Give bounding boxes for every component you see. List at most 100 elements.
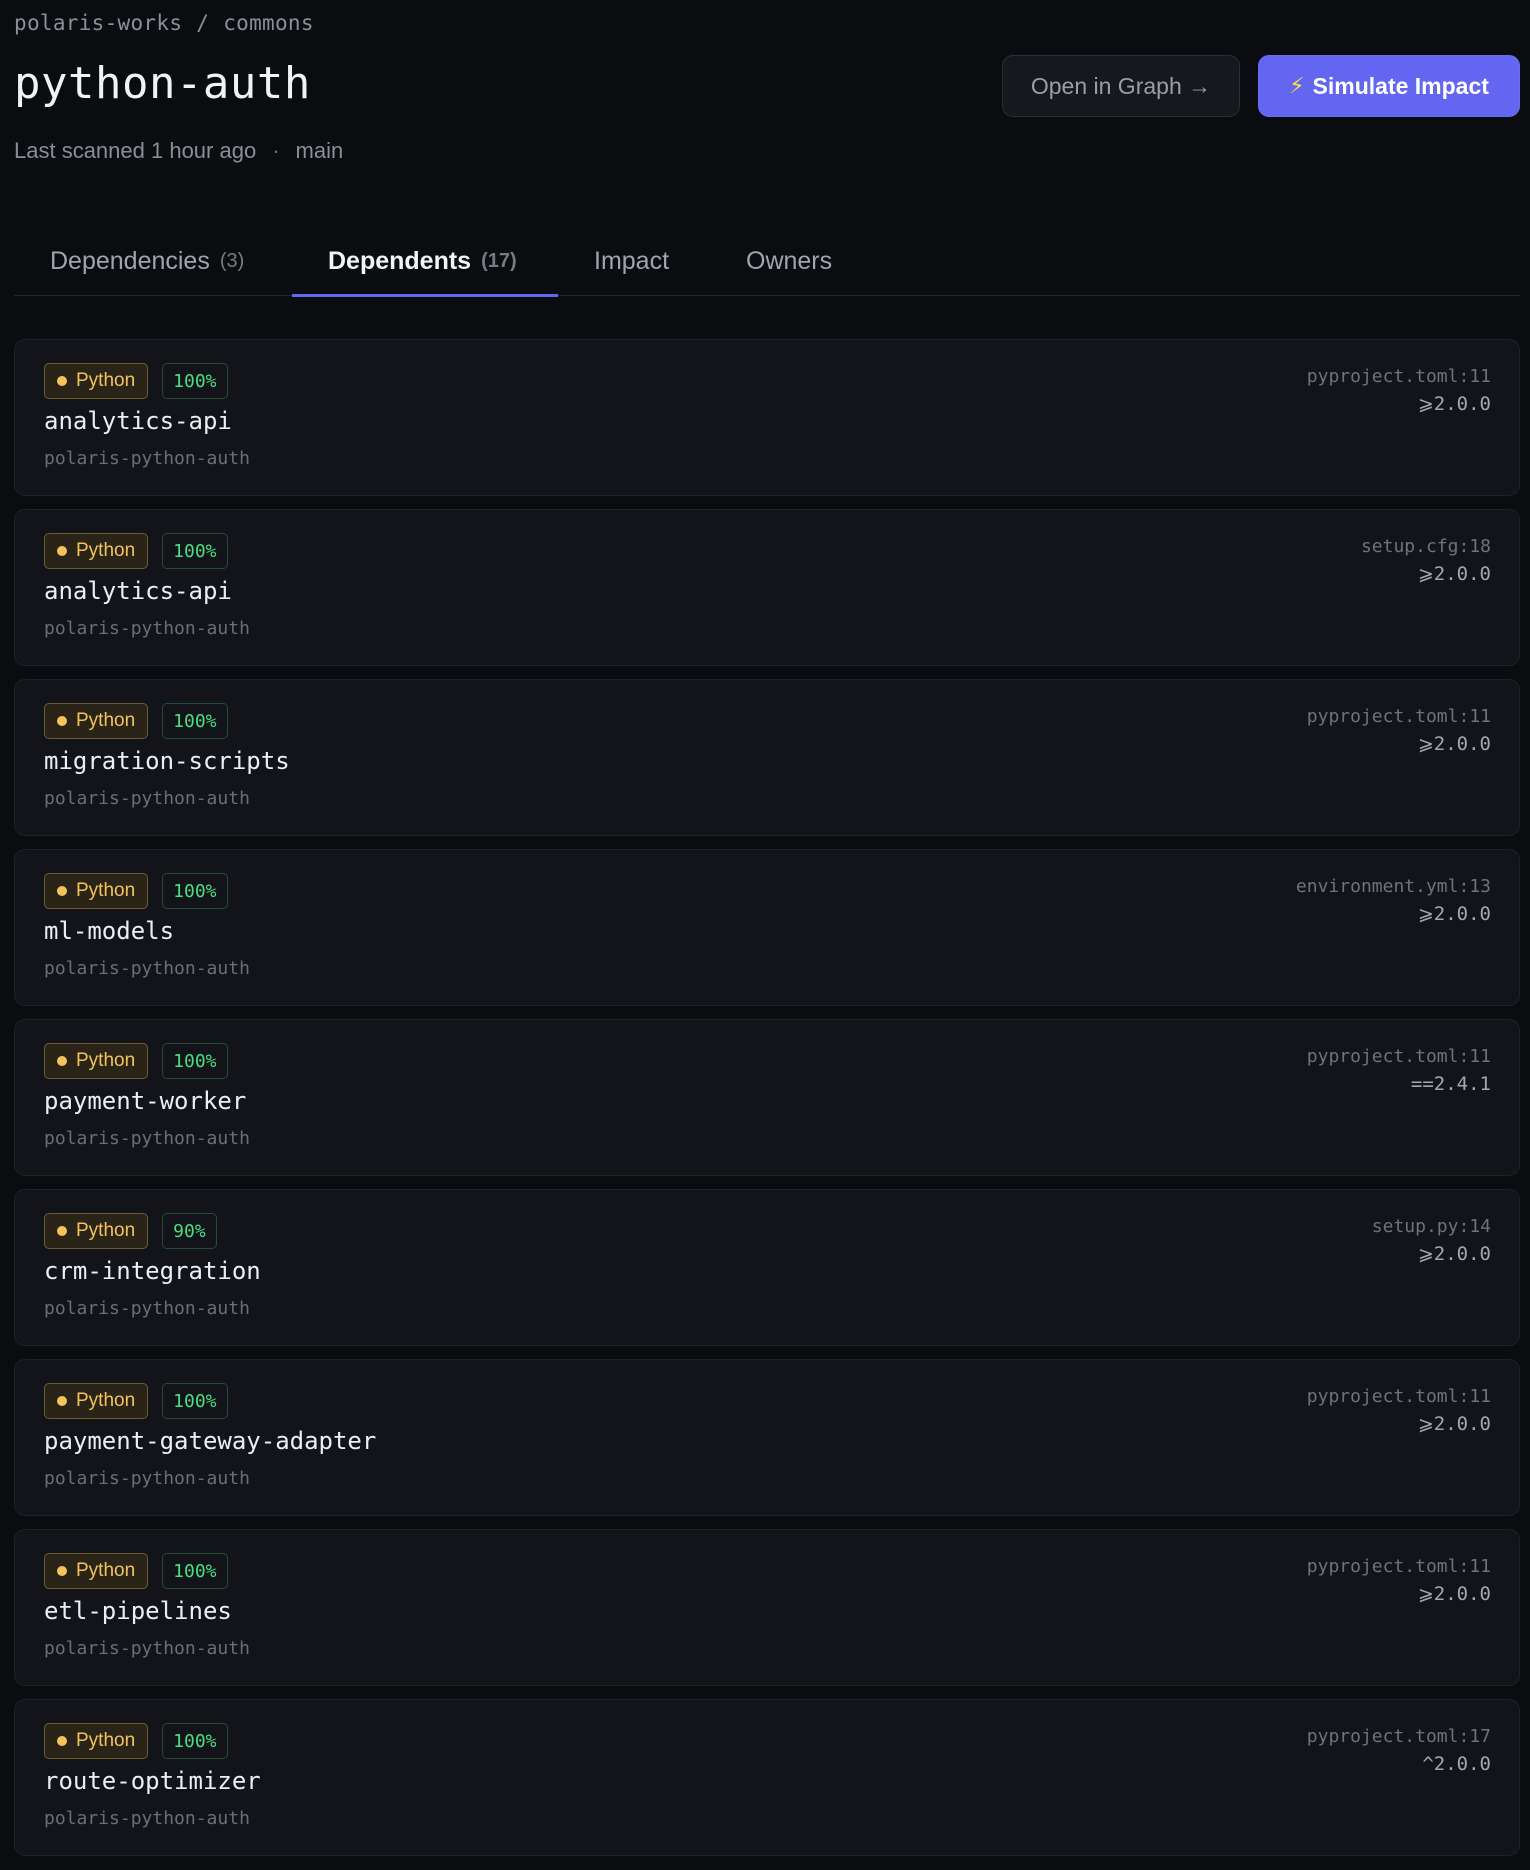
lightning-icon: ⚡ (1289, 73, 1305, 98)
language-badge: Python (44, 363, 149, 399)
badge-group: Python 100% (44, 703, 228, 739)
simulate-impact-label: Simulate Impact (1312, 72, 1489, 99)
language-dot-icon (57, 716, 67, 726)
badge-group: Python 100% (44, 1553, 228, 1589)
dependent-card[interactable]: Python 100% ml-models polaris-python-aut… (14, 849, 1520, 1006)
language-badge: Python (44, 1553, 149, 1589)
package-name: polaris-python-auth (44, 958, 250, 979)
version-constraint: ⩾2.0.0 (1417, 903, 1491, 925)
tab-label: Dependencies (50, 246, 210, 275)
dependent-card[interactable]: Python 100% analytics-api polaris-python… (14, 339, 1520, 496)
confidence-badge: 100% (162, 533, 228, 569)
language-label: Python (76, 710, 136, 731)
package-name: polaris-python-auth (44, 618, 250, 639)
dependent-card[interactable]: Python 100% migration-scripts polaris-py… (14, 679, 1520, 836)
source-location[interactable]: pyproject.toml:11 (1307, 1046, 1491, 1067)
page-title: python-auth (14, 58, 311, 109)
confidence-badge: 100% (162, 703, 228, 739)
package-name: polaris-python-auth (44, 1638, 250, 1659)
source-location[interactable]: pyproject.toml:11 (1307, 1556, 1491, 1577)
dependent-name: payment-worker (44, 1087, 247, 1115)
badge-group: Python 100% (44, 1043, 228, 1079)
language-label: Python (76, 1390, 136, 1411)
dependent-card[interactable]: Python 100% analytics-api polaris-python… (14, 509, 1520, 666)
open-in-graph-label: Open in Graph → (1030, 72, 1212, 99)
tab-dependents[interactable]: Dependents (17) (292, 226, 558, 297)
dependent-name: payment-gateway-adapter (44, 1427, 377, 1455)
language-dot-icon (57, 546, 67, 556)
language-label: Python (76, 1560, 136, 1581)
dependent-name: migration-scripts (44, 747, 290, 775)
confidence-badge: 100% (162, 873, 228, 909)
dependent-card[interactable]: Python 90% crm-integration polaris-pytho… (14, 1189, 1520, 1346)
language-label: Python (76, 370, 136, 391)
dependent-name: ml-models (44, 917, 175, 945)
source-location[interactable]: pyproject.toml:17 (1307, 1726, 1491, 1747)
simulate-impact-button[interactable]: ⚡ Simulate Impact (1258, 55, 1520, 117)
confidence-badge: 100% (162, 1553, 228, 1589)
tab-dependencies[interactable]: Dependencies (3) (14, 226, 292, 296)
meta-separator: · (272, 138, 280, 163)
tab-label: Impact (594, 246, 670, 275)
dependent-name: crm-integration (44, 1257, 261, 1285)
dependent-card[interactable]: Python 100% route-optimizer polaris-pyth… (14, 1699, 1520, 1856)
last-scanned-text: Last scanned 1 hour ago (14, 138, 257, 163)
open-in-graph-button[interactable]: Open in Graph → (1002, 55, 1240, 117)
version-constraint: ==2.4.1 (1410, 1073, 1491, 1095)
badge-group: Python 90% (44, 1213, 217, 1249)
language-label: Python (76, 880, 136, 901)
confidence-badge: 100% (162, 1723, 228, 1759)
confidence-badge: 90% (162, 1213, 217, 1249)
tab-count: (3) (219, 249, 245, 272)
confidence-badge: 100% (162, 1383, 228, 1419)
badge-group: Python 100% (44, 873, 228, 909)
breadcrumb-repo[interactable]: commons (223, 11, 314, 35)
version-constraint: ⩾2.0.0 (1417, 1243, 1491, 1265)
breadcrumb-org[interactable]: polaris-works (14, 11, 182, 35)
version-constraint: ^2.0.0 (1422, 1753, 1491, 1775)
dependents-list: Python 100% analytics-api polaris-python… (14, 339, 1520, 1869)
language-badge: Python (44, 1383, 149, 1419)
language-badge: Python (44, 1043, 149, 1079)
language-label: Python (76, 540, 136, 561)
language-dot-icon (57, 1566, 67, 1576)
version-constraint: ⩾2.0.0 (1417, 1583, 1491, 1605)
tab-label: Dependents (328, 246, 472, 275)
package-name: polaris-python-auth (44, 1128, 250, 1149)
confidence-badge: 100% (162, 1043, 228, 1079)
source-location[interactable]: pyproject.toml:11 (1307, 1386, 1491, 1407)
tab-owners[interactable]: Owners (710, 226, 886, 296)
source-location[interactable]: environment.yml:13 (1296, 876, 1491, 897)
version-constraint: ⩾2.0.0 (1417, 563, 1491, 585)
dependent-card[interactable]: Python 100% etl-pipelines polaris-python… (14, 1529, 1520, 1686)
language-badge: Python (44, 873, 149, 909)
source-location[interactable]: setup.py:14 (1372, 1216, 1491, 1237)
language-badge: Python (44, 703, 149, 739)
dependent-name: analytics-api (44, 407, 232, 435)
package-name: polaris-python-auth (44, 1808, 250, 1829)
dependent-card[interactable]: Python 100% payment-worker polaris-pytho… (14, 1019, 1520, 1176)
source-location[interactable]: pyproject.toml:11 (1307, 706, 1491, 727)
language-label: Python (76, 1730, 136, 1751)
tab-impact[interactable]: Impact (558, 226, 710, 296)
badge-group: Python 100% (44, 1723, 228, 1759)
badge-group: Python 100% (44, 363, 228, 399)
package-name: polaris-python-auth (44, 788, 250, 809)
language-label: Python (76, 1220, 136, 1241)
version-constraint: ⩾2.0.0 (1417, 393, 1491, 415)
language-dot-icon (57, 1736, 67, 1746)
confidence-badge: 100% (162, 363, 228, 399)
source-location[interactable]: setup.cfg:18 (1361, 536, 1491, 557)
language-dot-icon (57, 1226, 67, 1236)
dependent-name: analytics-api (44, 577, 232, 605)
dependent-card[interactable]: Python 100% payment-gateway-adapter pola… (14, 1359, 1520, 1516)
language-label: Python (76, 1050, 136, 1071)
language-dot-icon (57, 1396, 67, 1406)
dependent-name: etl-pipelines (44, 1597, 232, 1625)
tab-bar: Dependencies (3) Dependents (17) Impact … (14, 226, 1520, 297)
source-location[interactable]: pyproject.toml:11 (1307, 366, 1491, 387)
version-constraint: ⩾2.0.0 (1417, 733, 1491, 755)
package-name: polaris-python-auth (44, 448, 250, 469)
branch-name: main (295, 138, 344, 163)
badge-group: Python 100% (44, 533, 228, 569)
